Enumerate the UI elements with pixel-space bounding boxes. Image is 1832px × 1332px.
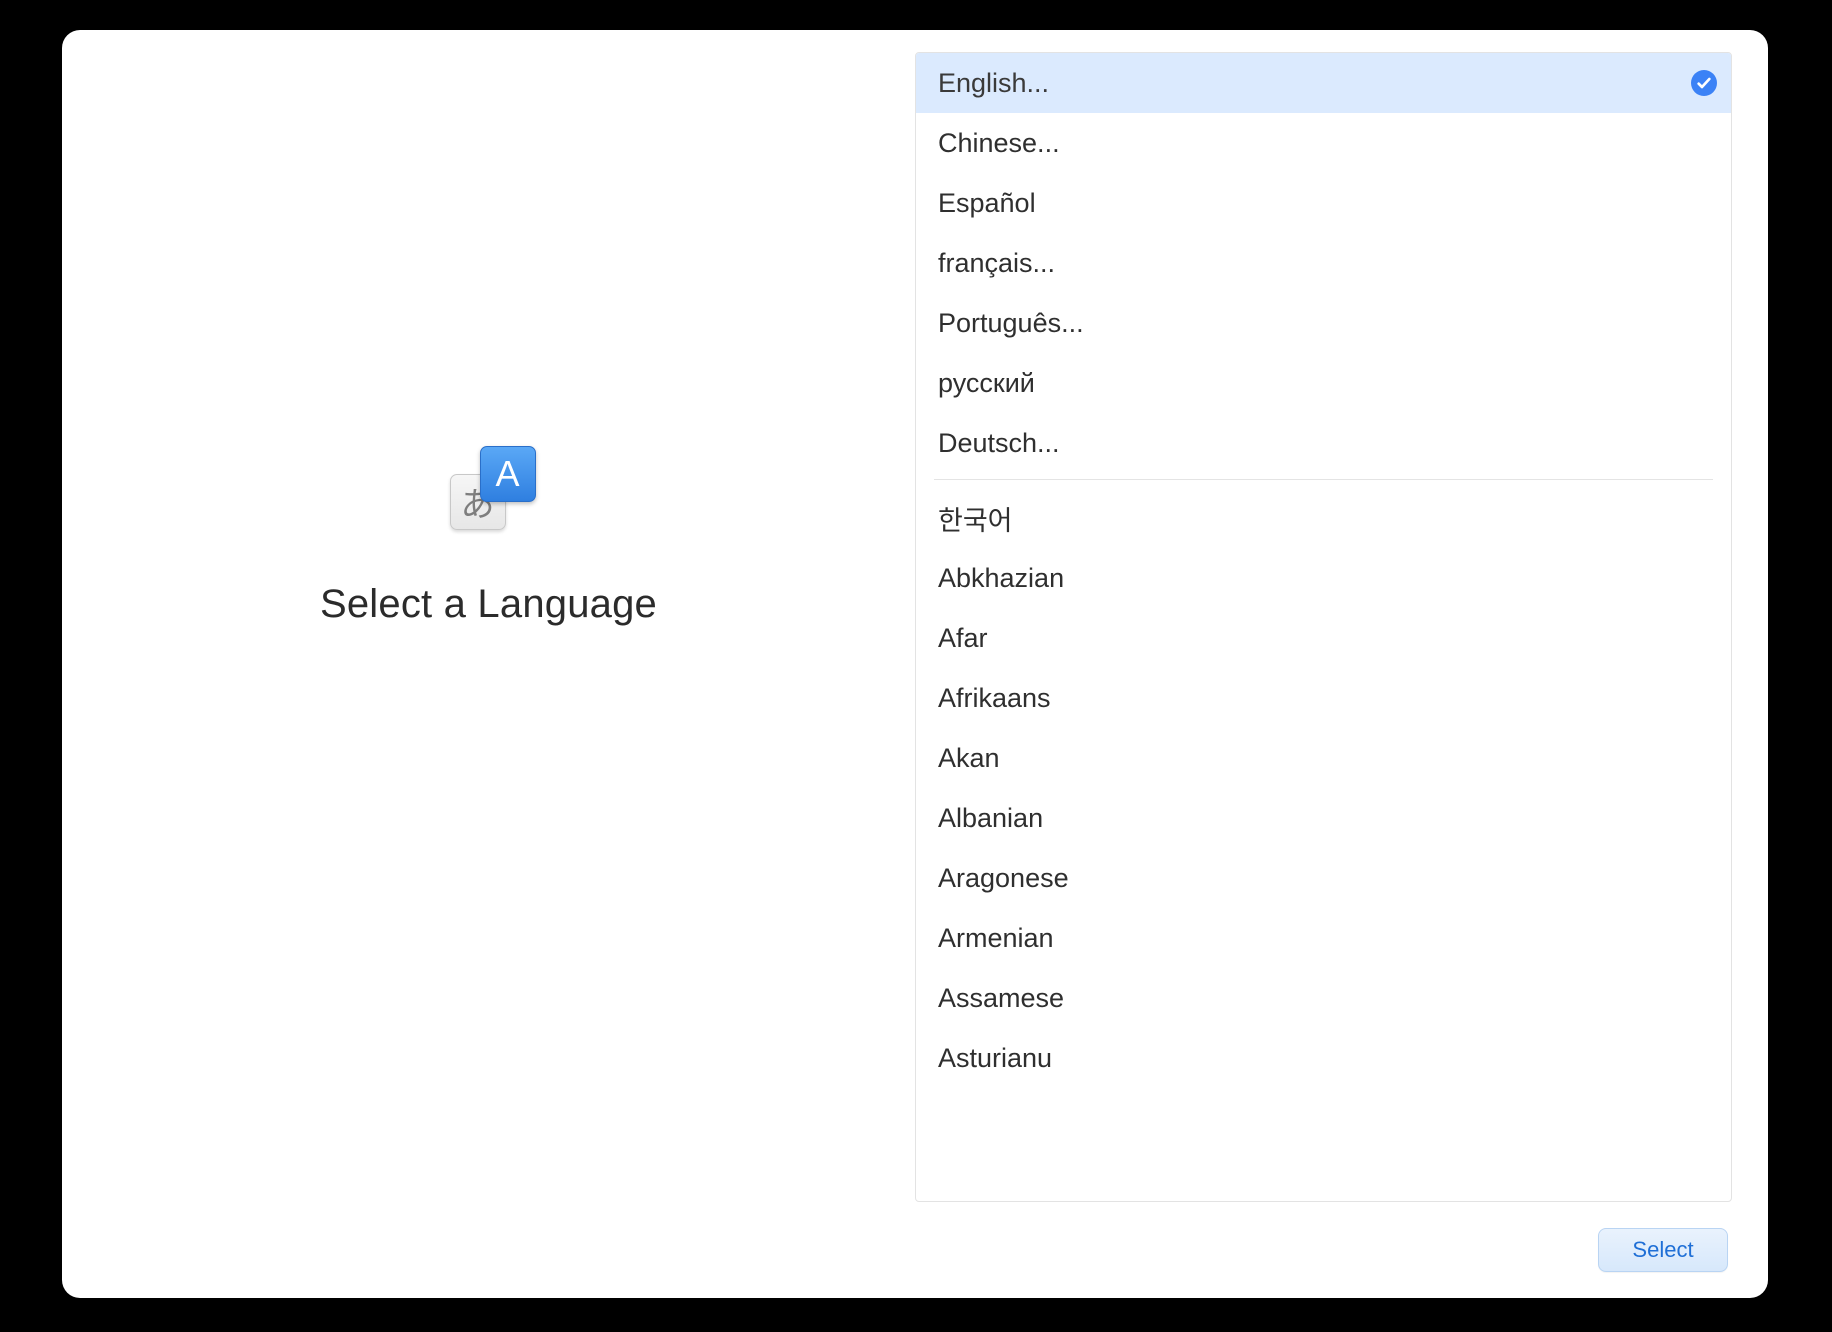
language-label: Albanian xyxy=(938,803,1043,834)
language-label: Español xyxy=(938,188,1036,219)
language-label: Armenian xyxy=(938,923,1054,954)
installer-window: あ A Select a Language English... Chinese.… xyxy=(62,30,1768,1298)
language-option[interactable]: English... xyxy=(916,53,1731,113)
select-button[interactable]: Select xyxy=(1598,1228,1728,1272)
right-pane: English... Chinese... Español français... Po… xyxy=(915,30,1768,1202)
body: あ A Select a Language English... Chinese.… xyxy=(62,30,1768,1202)
language-label: Afar xyxy=(938,623,988,654)
language-label: Abkhazian xyxy=(938,563,1064,594)
checkmark-icon xyxy=(1691,70,1717,96)
language-option[interactable]: Armenian xyxy=(916,908,1731,968)
language-label: Português... xyxy=(938,308,1084,339)
left-pane: あ A Select a Language xyxy=(62,30,915,1202)
page-title: Select a Language xyxy=(320,582,657,627)
language-icon-front: A xyxy=(480,446,536,502)
list-separator xyxy=(934,479,1713,480)
language-option[interactable]: Aragonese xyxy=(916,848,1731,908)
language-label: Akan xyxy=(938,743,1000,774)
language-option[interactable]: Afrikaans xyxy=(916,668,1731,728)
language-option[interactable]: Deutsch... xyxy=(916,413,1731,473)
language-option[interactable]: 한국어 xyxy=(916,488,1731,548)
language-option[interactable]: Español xyxy=(916,173,1731,233)
language-option[interactable]: Português... xyxy=(916,293,1731,353)
language-option[interactable]: Chinese... xyxy=(916,113,1731,173)
language-option[interactable]: Albanian xyxy=(916,788,1731,848)
language-label: Aragonese xyxy=(938,863,1069,894)
language-option[interactable]: русский xyxy=(916,353,1731,413)
footer: Select xyxy=(62,1202,1768,1298)
language-icon: あ A xyxy=(450,446,540,536)
language-option[interactable]: Assamese xyxy=(916,968,1731,1028)
language-label: 한국어 xyxy=(938,499,1013,538)
language-label: Chinese... xyxy=(938,128,1060,159)
language-label: English... xyxy=(938,68,1049,99)
language-label: Asturianu xyxy=(938,1043,1052,1074)
language-label: français... xyxy=(938,248,1055,279)
language-label: Assamese xyxy=(938,983,1064,1014)
language-label: Afrikaans xyxy=(938,683,1051,714)
language-label: Deutsch... xyxy=(938,428,1060,459)
language-option[interactable]: français... xyxy=(916,233,1731,293)
language-label: русский xyxy=(938,368,1035,399)
language-option[interactable]: Abkhazian xyxy=(916,548,1731,608)
language-list[interactable]: English... Chinese... Español français... Po… xyxy=(915,52,1732,1202)
language-option[interactable]: Afar xyxy=(916,608,1731,668)
language-option[interactable]: Asturianu xyxy=(916,1028,1731,1088)
language-option[interactable]: Akan xyxy=(916,728,1731,788)
